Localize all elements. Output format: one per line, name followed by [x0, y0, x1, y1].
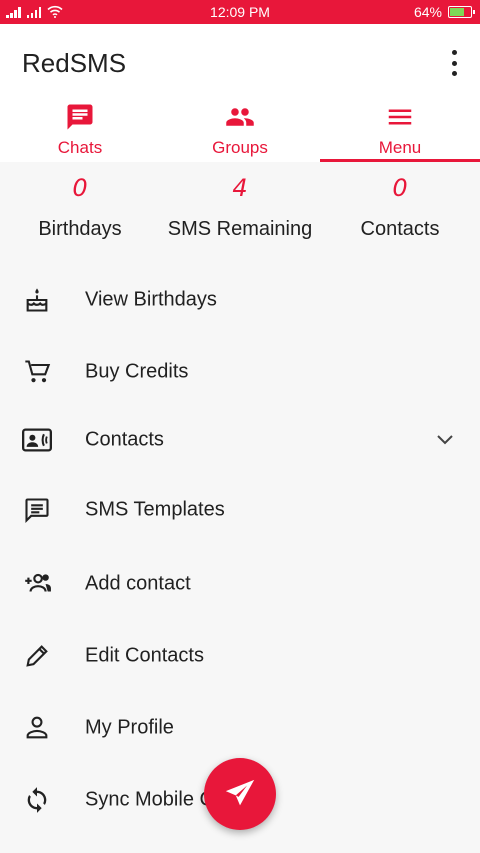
more-vertical-icon[interactable] [450, 50, 458, 76]
menu-item-add-contact[interactable]: Add contact [0, 548, 480, 620]
group-icon [226, 108, 254, 126]
menu-item-label: SMS Templates [85, 498, 225, 521]
app-title: RedSMS [22, 48, 127, 78]
battery-icon [448, 6, 475, 18]
add-people-icon [22, 569, 52, 599]
stat-sms-remaining: 4 SMS Remaining [160, 172, 320, 241]
person-icon [22, 713, 52, 743]
contact-card-icon [22, 425, 52, 455]
pencil-icon [22, 641, 52, 671]
stats-row: 0 Birthdays 4 SMS Remaining 0 Contacts [0, 172, 480, 252]
menu-item-sms-templates[interactable]: SMS Templates [0, 472, 480, 548]
tab-menu[interactable]: Menu [320, 100, 480, 162]
tab-chats[interactable]: Chats [0, 100, 160, 162]
tab-label: Menu [378, 138, 422, 157]
stat-birthdays: 0 Birthdays [0, 172, 160, 241]
stat-value: 4 [232, 174, 248, 202]
cart-icon [22, 357, 52, 387]
menu-item-my-profile[interactable]: My Profile [0, 692, 480, 764]
menu-item-label: View Birthdays [85, 288, 217, 311]
battery-percent: 64% [413, 4, 442, 20]
menu-item-label: My Profile [85, 716, 174, 739]
tab-groups[interactable]: Groups [160, 100, 320, 162]
menu-item-label: Add contact [85, 572, 191, 595]
send-fab[interactable] [204, 758, 276, 830]
stat-value: 0 [72, 174, 88, 202]
status-time: 12:09 PM [210, 4, 270, 20]
chevron-down-icon[interactable] [436, 434, 454, 446]
stat-contacts: 0 Contacts [320, 172, 480, 241]
tab-bar: Chats Groups Menu [0, 100, 480, 162]
menu-item-edit-contacts[interactable]: Edit Contacts [0, 620, 480, 692]
menu-item-buy-credits[interactable]: Buy Credits [0, 336, 480, 408]
cake-icon [22, 285, 52, 315]
tab-label: Groups [212, 138, 268, 157]
message-icon [22, 495, 52, 525]
send-icon [225, 779, 255, 806]
stat-label: Birthdays [38, 218, 122, 240]
menu-item-label: Buy Credits [85, 360, 189, 383]
menu-item-view-birthdays[interactable]: View Birthdays [0, 264, 480, 336]
chat-icon [67, 104, 93, 130]
menu-item-contacts[interactable]: Contacts [0, 408, 480, 472]
menu-item-label: Contacts [85, 428, 164, 451]
stat-label: Contacts [360, 218, 440, 240]
menu-item-label: Sync Mobile C [85, 788, 214, 811]
app-bar: RedSMS [0, 24, 480, 100]
stat-label: SMS Remaining [167, 218, 313, 240]
menu-item-label: Edit Contacts [85, 644, 204, 667]
stat-value: 0 [392, 174, 408, 202]
menu-list: View Birthdays Buy Credits Contacts SMS … [0, 264, 480, 836]
sync-icon [22, 785, 52, 815]
status-bar: 12:09 PM 64% [0, 0, 480, 24]
tab-label: Chats [57, 138, 103, 157]
menu-icon [388, 109, 412, 125]
